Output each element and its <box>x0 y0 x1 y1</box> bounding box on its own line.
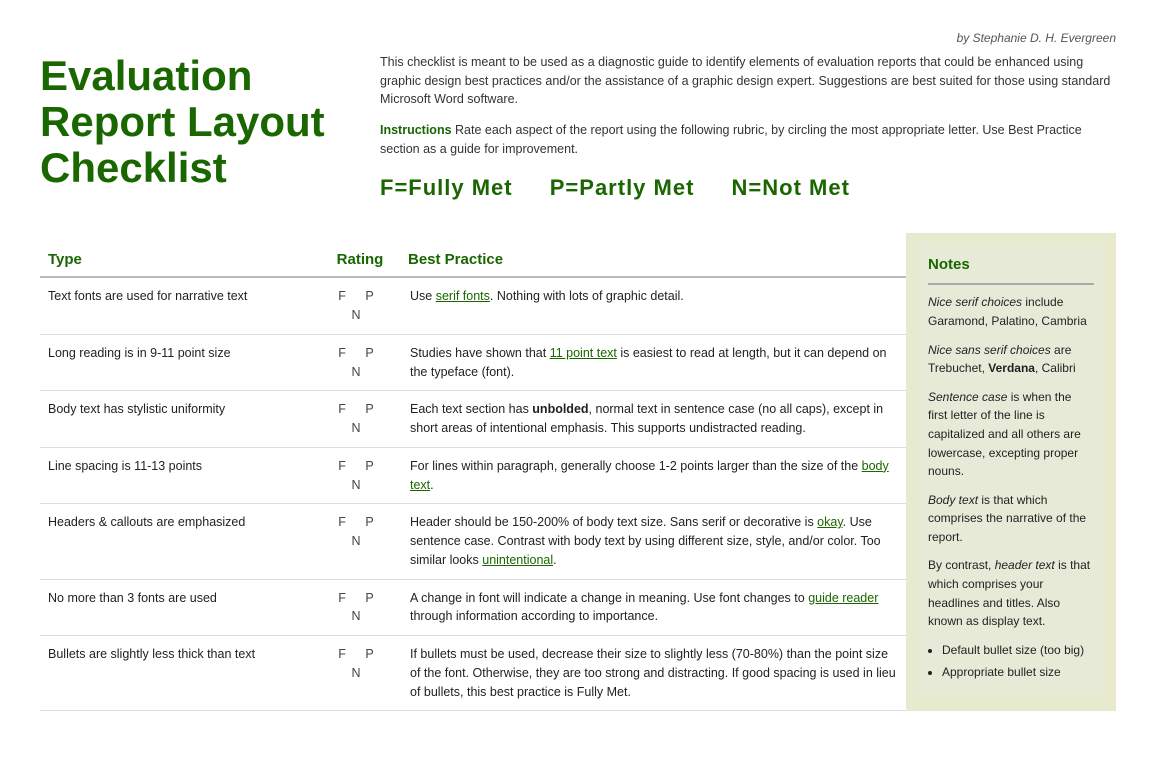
table-row: Line spacing is 11-13 pointsF P NFor lin… <box>40 447 906 504</box>
rubric-line: F=Fully Met P=Partly Met N=Not Met <box>380 173 1116 204</box>
notes-bullets: Default bullet size (too big) Appropriate… <box>942 641 1094 682</box>
table-row: No more than 3 fonts are usedF P NA chan… <box>40 579 906 636</box>
rating-cell: F P N <box>320 277 400 334</box>
notes-bullet-item: Default bullet size (too big) <box>942 641 1094 660</box>
rubric-f: F=Fully Met <box>380 175 513 200</box>
bp-cell: Studies have shown that 11 point text is… <box>400 334 906 391</box>
title-line3: Checklist <box>40 144 227 191</box>
type-cell: Long reading is in 9-11 point size <box>40 334 320 391</box>
bp-cell: A change in font will indicate a change … <box>400 579 906 636</box>
table-row: Text fonts are used for narrative textF … <box>40 277 906 334</box>
notes-paragraph: Body text is that which comprises the na… <box>928 491 1094 547</box>
bp-cell: Each text section has unbolded, normal t… <box>400 391 906 448</box>
instructions-label: Instructions <box>380 123 452 137</box>
rating-cell: F P N <box>320 636 400 711</box>
rating-cell: F P N <box>320 391 400 448</box>
byline: by Stephanie D. H. Evergreen <box>40 30 1116 47</box>
notes-panel: Notes Nice serif choices include Garamon… <box>906 233 1116 711</box>
intro-body: This checklist is meant to be used as a … <box>380 53 1116 109</box>
table-header-row: Type Rating Best Practice <box>40 243 906 277</box>
bp-cell: Use serif fonts. Nothing with lots of gr… <box>400 277 906 334</box>
content-layout: Type Rating Best Practice Text fonts are… <box>40 233 1116 711</box>
type-header: Type <box>40 243 320 277</box>
rubric-n: N=Not Met <box>732 175 850 200</box>
rating-cell: F P N <box>320 579 400 636</box>
table-row: Headers & callouts are emphasizedF P NHe… <box>40 504 906 579</box>
title-line2: Report Layout <box>40 98 325 145</box>
type-cell: Line spacing is 11-13 points <box>40 447 320 504</box>
intro-block: This checklist is meant to be used as a … <box>380 53 1116 204</box>
type-cell: Bullets are slightly less thick than tex… <box>40 636 320 711</box>
bp-cell: For lines within paragraph, generally ch… <box>400 447 906 504</box>
notes-block: Nice serif choices include Garamond, Pal… <box>928 293 1094 682</box>
notes-header: Notes <box>928 253 1094 285</box>
notes-paragraph: Nice sans serif choices are Trebuchet, V… <box>928 341 1094 378</box>
checklist-area: Type Rating Best Practice Text fonts are… <box>40 233 906 711</box>
title-line1: Evaluation <box>40 52 252 99</box>
table-row: Bullets are slightly less thick than tex… <box>40 636 906 711</box>
page-container: by Stephanie D. H. Evergreen Evaluation … <box>40 30 1116 711</box>
bp-cell: Header should be 150-200% of body text s… <box>400 504 906 579</box>
rating-cell: F P N <box>320 447 400 504</box>
type-cell: Headers & callouts are emphasized <box>40 504 320 579</box>
rating-cell: F P N <box>320 334 400 391</box>
rubric-p: P=Partly Met <box>550 175 695 200</box>
type-cell: Body text has stylistic uniformity <box>40 391 320 448</box>
notes-section: Notes Nice serif choices include Garamon… <box>918 243 1104 695</box>
instructions-text: Rate each aspect of the report using the… <box>380 123 1082 156</box>
checklist-table: Type Rating Best Practice Text fonts are… <box>40 243 906 711</box>
notes-bullet-item: Appropriate bullet size <box>942 663 1094 682</box>
notes-paragraph: By contrast, header text is that which c… <box>928 556 1094 630</box>
top-section: Evaluation Report Layout Checklist This … <box>40 53 1116 204</box>
notes-paragraph: Sentence case is when the first letter o… <box>928 388 1094 481</box>
bp-cell: If bullets must be used, decrease their … <box>400 636 906 711</box>
rating-cell: F P N <box>320 504 400 579</box>
table-row: Long reading is in 9-11 point sizeF P NS… <box>40 334 906 391</box>
main-title: Evaluation Report Layout Checklist <box>40 53 340 192</box>
table-row: Body text has stylistic uniformityF P NE… <box>40 391 906 448</box>
type-cell: No more than 3 fonts are used <box>40 579 320 636</box>
rating-header: Rating <box>320 243 400 277</box>
bp-header: Best Practice <box>400 243 906 277</box>
type-cell: Text fonts are used for narrative text <box>40 277 320 334</box>
title-block: Evaluation Report Layout Checklist <box>40 53 340 204</box>
instructions-line: Instructions Rate each aspect of the rep… <box>380 121 1116 159</box>
notes-paragraph: Nice serif choices include Garamond, Pal… <box>928 293 1094 330</box>
